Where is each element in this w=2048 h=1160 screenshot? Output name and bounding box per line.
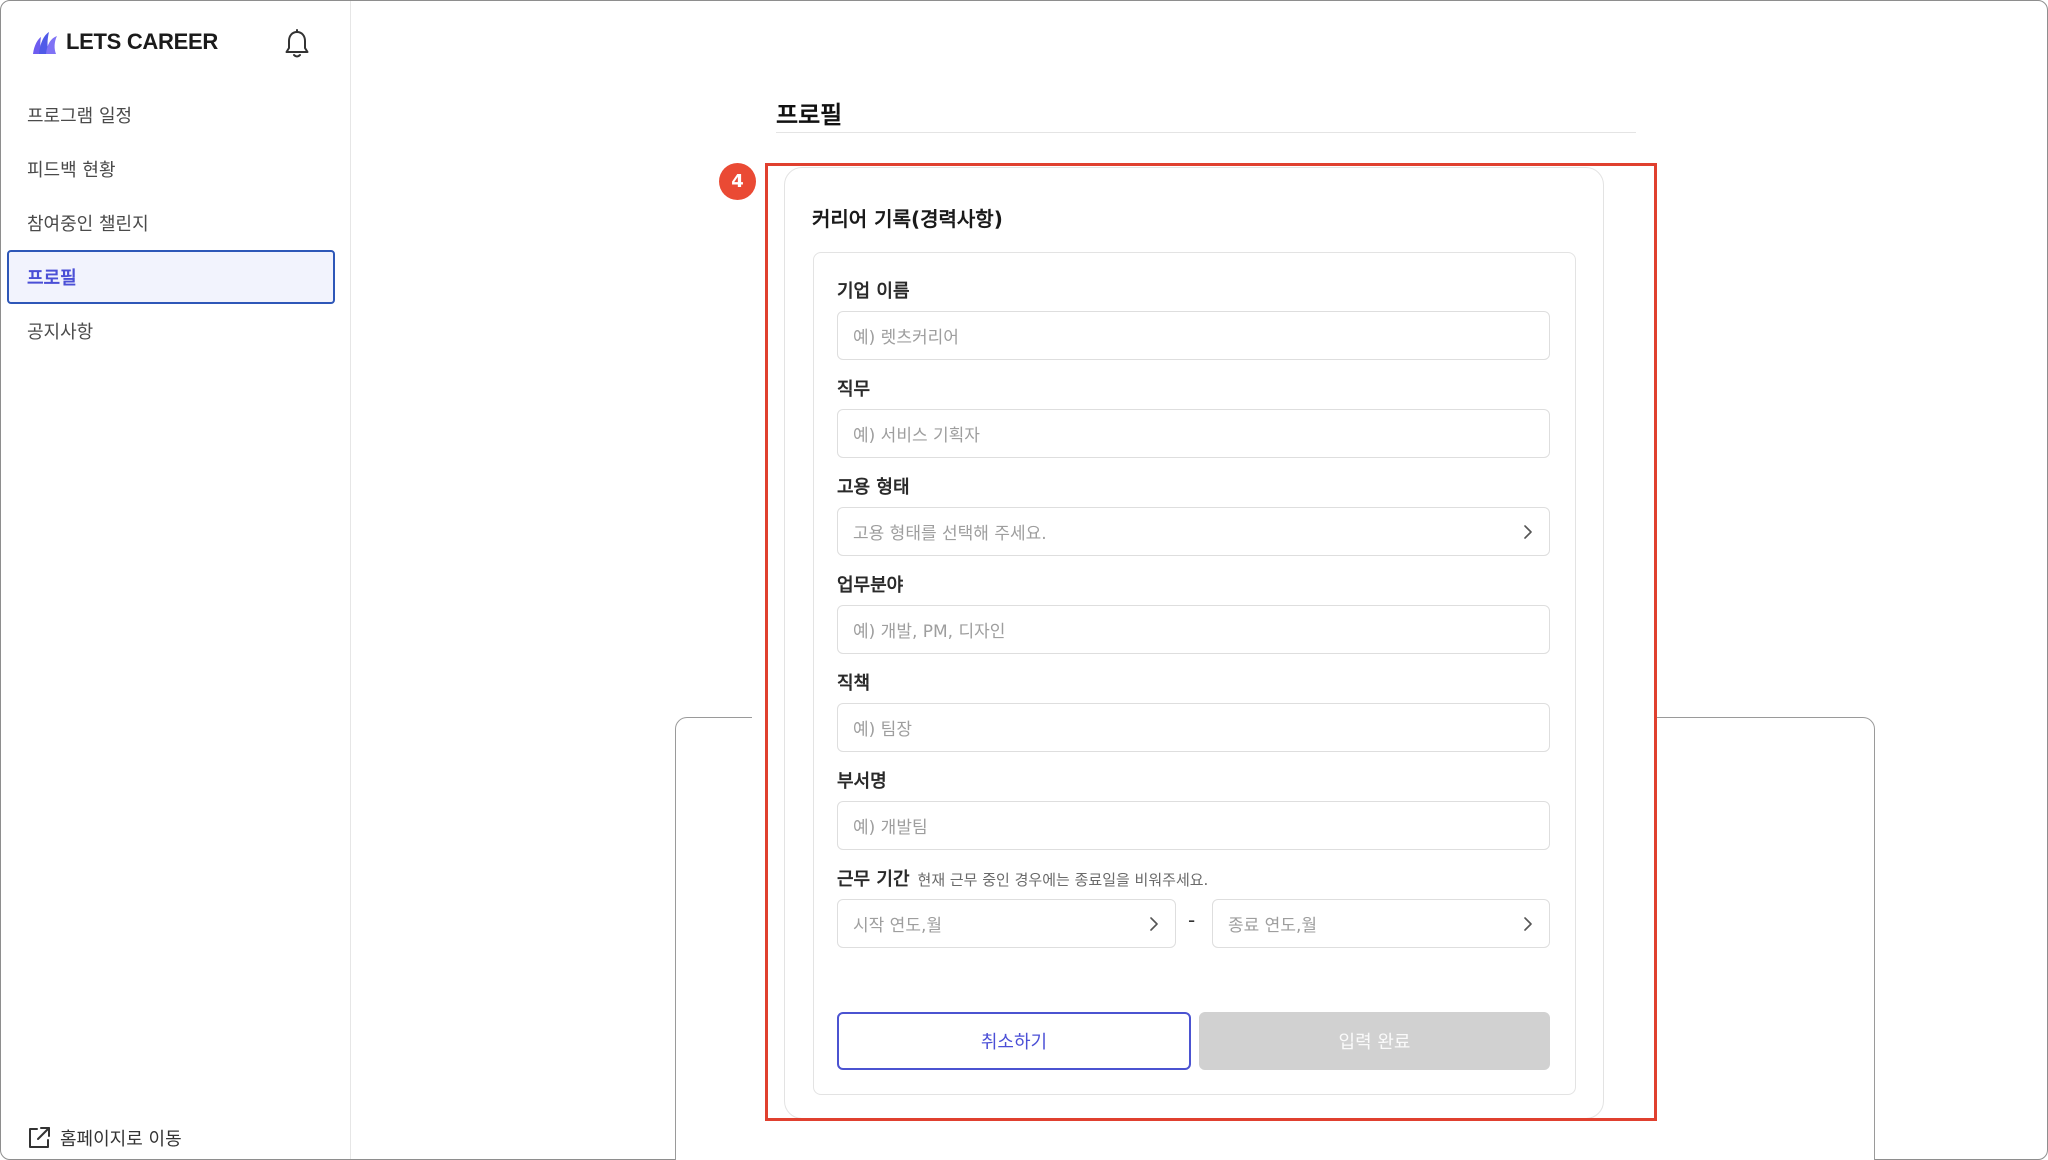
- sidebar-nav: 프로그램 일정 피드백 현황 참여중인 챌린지 프로필 공지사항: [7, 88, 335, 358]
- step-highlight-box: [765, 163, 1657, 1121]
- sidebar-item-label: 피드백 현황: [27, 160, 116, 181]
- notification-button[interactable]: [281, 27, 313, 61]
- external-link-icon: [29, 1127, 50, 1148]
- homepage-link[interactable]: 홈페이지로 이동: [26, 1125, 182, 1151]
- lets-career-logo-icon: [33, 32, 57, 54]
- homepage-link-label: 홈페이지로 이동: [60, 1129, 182, 1150]
- sidebar-item-label: 프로그램 일정: [27, 106, 133, 127]
- sidebar-item-feedback-status[interactable]: 피드백 현황: [7, 142, 335, 196]
- sidebar-item-program-schedule[interactable]: 프로그램 일정: [7, 88, 335, 142]
- sidebar-item-challenges[interactable]: 참여중인 챌린지: [7, 196, 335, 250]
- sidebar-item-profile[interactable]: 프로필: [7, 250, 335, 304]
- sidebar: LETS CAREER 프로그램 일정 피드백 현황 참여중인 챌린지 프로필 …: [1, 1, 351, 1159]
- step-badge: 4: [719, 163, 756, 200]
- sidebar-item-label: 공지사항: [27, 322, 94, 343]
- sidebar-item-notices[interactable]: 공지사항: [7, 304, 335, 358]
- sidebar-item-label: 프로필: [27, 268, 77, 289]
- bell-icon: [285, 29, 309, 58]
- title-divider: [776, 132, 1636, 133]
- app-logo[interactable]: LETS CAREER: [30, 27, 218, 57]
- sidebar-item-label: 참여중인 챌린지: [27, 214, 149, 235]
- app-name: LETS CAREER: [66, 29, 218, 54]
- page-title: 프로필: [776, 101, 843, 129]
